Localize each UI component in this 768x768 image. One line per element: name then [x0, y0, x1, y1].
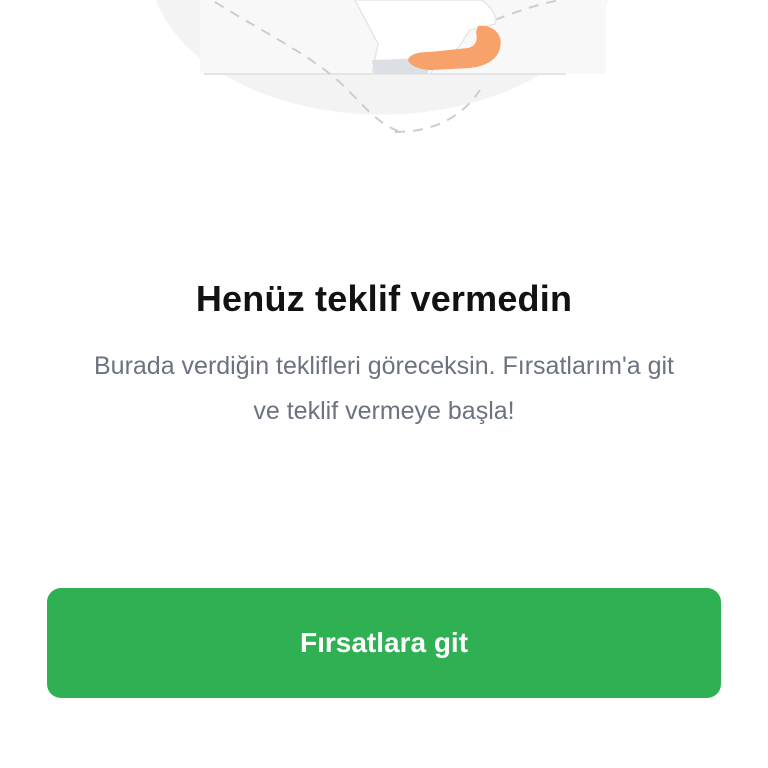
empty-state-title: Henüz teklif vermedin: [195, 278, 573, 319]
go-to-opportunities-button[interactable]: Fırsatlara git: [47, 588, 721, 698]
empty-state-description-line2: ve teklif vermeye başla!: [253, 397, 515, 425]
person-with-laptop-illustration: [156, 0, 608, 133]
empty-state-description: Burada verdiğin teklifleri göreceksin. F…: [40, 344, 728, 434]
offers-screen: Henüz teklif vermedin Burada verdiğin te…: [0, 0, 768, 768]
empty-state-description-line1: Burada verdiğin teklifleri göreceksin. F…: [93, 352, 674, 380]
